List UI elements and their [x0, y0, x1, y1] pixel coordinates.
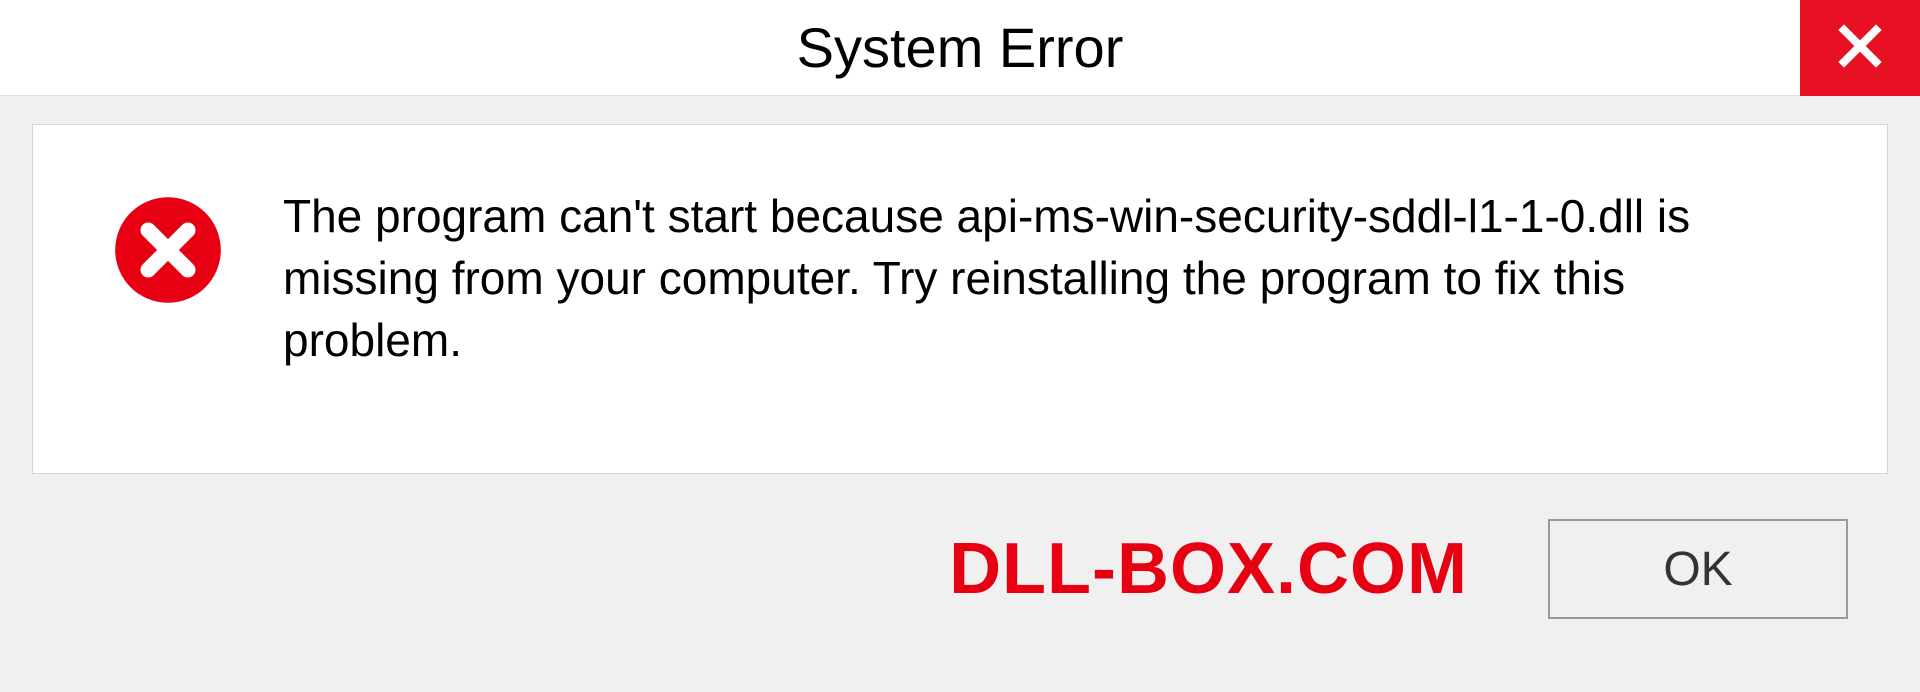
dialog-title: System Error	[797, 15, 1124, 80]
close-button[interactable]	[1800, 0, 1920, 96]
error-message: The program can't start because api-ms-w…	[283, 185, 1827, 371]
dialog-content: The program can't start because api-ms-w…	[32, 124, 1888, 474]
dialog-footer: DLL-BOX.COM OK	[32, 474, 1888, 664]
titlebar: System Error	[0, 0, 1920, 96]
ok-button[interactable]: OK	[1548, 519, 1848, 619]
error-icon	[113, 195, 223, 310]
close-icon	[1836, 22, 1884, 75]
watermark-text: DLL-BOX.COM	[949, 528, 1468, 610]
